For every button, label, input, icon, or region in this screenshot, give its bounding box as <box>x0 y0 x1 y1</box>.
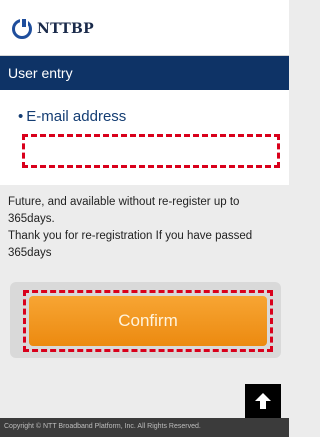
logo-text: NTTBP <box>37 21 94 37</box>
nttbp-logo-icon <box>12 19 32 39</box>
nttbp-logo[interactable]: NTTBP <box>12 18 94 40</box>
copyright-text: Copyright © NTT Broadband Platform, Inc.… <box>4 423 201 430</box>
page-title: User entry <box>8 65 73 81</box>
confirm-button[interactable]: Confirm <box>29 296 267 346</box>
bullet: • <box>18 108 24 125</box>
note-line-1: Future, and available without re-registe… <box>8 196 240 225</box>
email-field[interactable] <box>22 134 280 168</box>
page-title-bar: User entry <box>0 56 289 90</box>
footer: Copyright © NTT Broadband Platform, Inc.… <box>0 418 289 437</box>
email-label: • E-mail address <box>18 108 126 125</box>
app-header: NTTBP <box>0 0 289 56</box>
registration-note: Future, and available without re-registe… <box>8 194 284 262</box>
arrow-up-icon <box>255 393 271 409</box>
note-line-2: Thank you for re-registration If you hav… <box>8 230 253 259</box>
email-panel: • E-mail address <box>0 90 289 185</box>
email-label-text: E-mail address <box>26 108 127 125</box>
back-to-top-button[interactable] <box>245 384 281 418</box>
confirm-button-area: Confirm <box>10 282 281 358</box>
confirm-highlight-frame: Confirm <box>23 290 273 352</box>
